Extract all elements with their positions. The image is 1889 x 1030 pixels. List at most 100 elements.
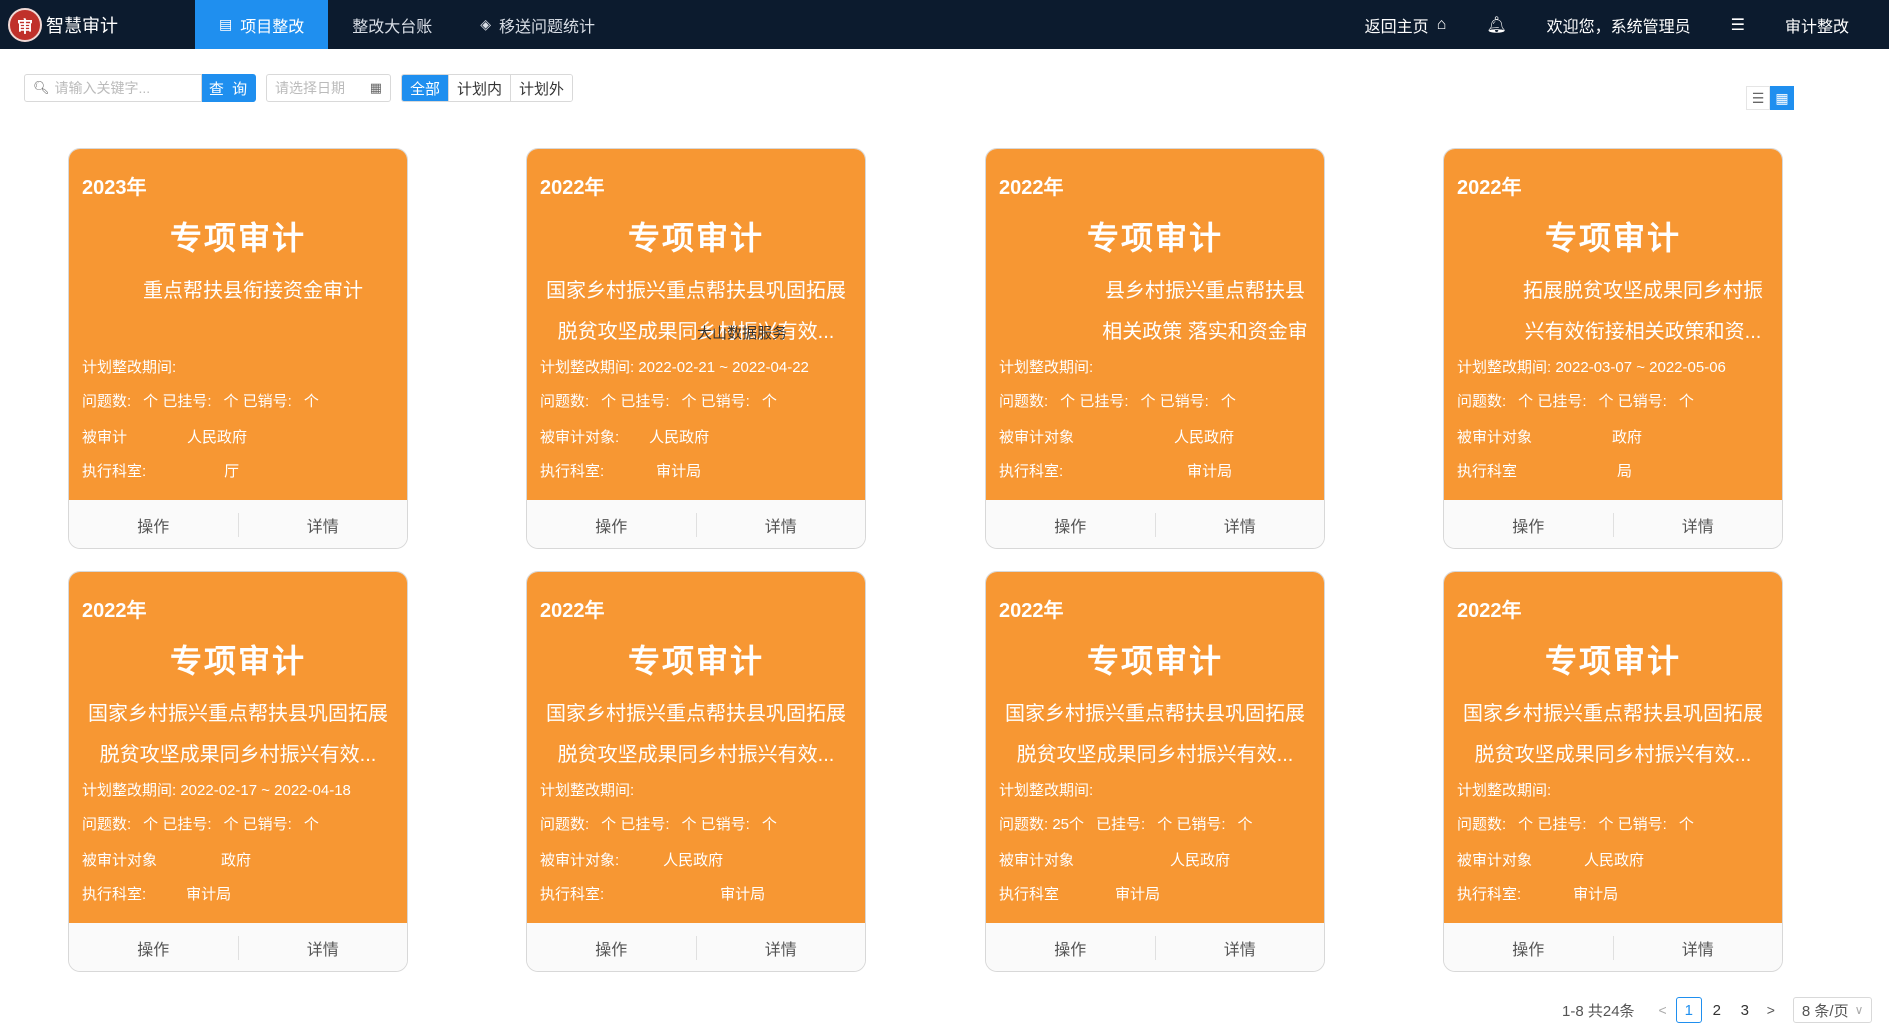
grid-view-button[interactable]: ▦ (1770, 86, 1794, 110)
dept-value: 审计局 (186, 886, 232, 903)
target-label: 被审计对象: (540, 852, 620, 869)
project-card[interactable]: 2022年 专项审计 国家乡村振兴重点帮扶县巩固拓展脱贫攻坚成果同乡村振兴有效.… (526, 148, 866, 549)
page-size-select[interactable]: 8 条/页 ∨ (1792, 997, 1873, 1023)
page-2[interactable]: 2 (1704, 997, 1730, 1023)
home-link[interactable]: 返回主页 ⌂ (1365, 13, 1447, 37)
detail-button[interactable]: 详情 (1156, 513, 1325, 537)
card-body: 2022年 专项审计 国家乡村振兴重点帮扶县巩固拓展脱贫攻坚成果同乡村振兴有效.… (69, 572, 407, 923)
card-project-name: 国家乡村振兴重点帮扶县巩固拓展脱贫攻坚成果同乡村振兴有效... (546, 280, 846, 343)
target-label: 被审计对象 (82, 852, 158, 869)
card-footer: 操作 详情 (1444, 500, 1783, 548)
view-toggle: ☰ ▦ (1746, 86, 1794, 110)
search-input[interactable] (54, 80, 195, 96)
card-type: 专项审计 (627, 220, 764, 256)
tab-transfer-statistics[interactable]: ◈ 移送问题统计 (456, 0, 619, 49)
target-value: 人民政府 (187, 429, 248, 446)
query-button[interactable]: 查 询 (202, 74, 256, 102)
prev-page-icon[interactable]: < (1659, 1002, 1667, 1018)
count-label: 个 已销号: (681, 393, 750, 410)
card-project-name: 重点帮扶县衔接资金审计 (143, 280, 363, 302)
target-value: 人民政府 (663, 852, 724, 869)
page-1[interactable]: 1 (1675, 997, 1702, 1023)
date-picker[interactable]: 请选择日期 ▦ (266, 74, 391, 102)
operate-button[interactable]: 操作 (1444, 513, 1613, 537)
card-period: 计划整改期间: 2022-03-07 ~ 2022-05-06 (1457, 359, 1726, 376)
operate-button[interactable]: 操作 (527, 936, 696, 960)
next-page-icon[interactable]: > (1767, 1002, 1775, 1018)
operate-button[interactable]: 操作 (986, 513, 1155, 537)
count-label: 个 (303, 816, 319, 833)
detail-button[interactable]: 详情 (1614, 513, 1783, 537)
dept-label: 执行科室 (1457, 463, 1518, 480)
project-card[interactable]: 2022年 专项审计 国家乡村振兴重点帮扶县巩固拓展脱贫攻坚成果同乡村振兴有效.… (68, 571, 408, 972)
module-switch[interactable]: 审计整改 (1785, 13, 1849, 37)
card-counts: 问题数: 个 已挂号: 个 已销号: 个 (999, 390, 1236, 411)
detail-button[interactable]: 详情 (1156, 936, 1325, 960)
list-view-button[interactable]: ☰ (1746, 86, 1770, 110)
card-counts: 问题数: 个 已挂号: 个 已销号: 个 (540, 390, 777, 411)
document-icon: ▤ (219, 16, 233, 32)
card-project-name: 国家乡村振兴重点帮扶县巩固拓展脱贫攻坚成果同乡村振兴有效... (1463, 703, 1763, 766)
detail-button[interactable]: 详情 (697, 936, 866, 960)
tab-label: 移送问题统计 (499, 18, 596, 36)
card-body: 2022年 专项审计 国家乡村振兴重点帮扶县巩固拓展脱贫攻坚成果同乡村振兴有效.… (986, 572, 1324, 923)
tab-label: 项目整改 (240, 18, 305, 36)
operate-button[interactable]: 操作 (69, 513, 238, 537)
chevron-down-icon: ∨ (1854, 1003, 1864, 1017)
project-card[interactable]: 2022年 专项审计 县乡村振兴重点帮扶县相关政策 落实和资金审计 计划整改期间… (985, 148, 1325, 549)
card-target: 被审计对象: 人民政府 (540, 426, 709, 447)
home-icon: ⌂ (1436, 15, 1447, 33)
card-footer: 操作 详情 (527, 923, 866, 971)
project-card[interactable]: 2022年 专项审计 国家乡村振兴重点帮扶县巩固拓展脱贫攻坚成果同乡村振兴有效.… (1443, 571, 1783, 972)
detail-button[interactable]: 详情 (1614, 936, 1783, 960)
filter-all[interactable]: 全部 (402, 75, 450, 101)
project-card[interactable]: 2022年 专项审计 国家乡村振兴重点帮扶县巩固拓展脱贫攻坚成果同乡村振兴有效.… (985, 571, 1325, 972)
project-card[interactable]: 2022年 专项审计 拓展脱贫攻坚成果同乡村振兴有效衔接相关政策和资... 计划… (1443, 148, 1783, 549)
dept-label: 执行科室: (540, 886, 605, 903)
pagination: 1-8 共24条 < 1 2 3 > 8 条/页 ∨ (1562, 996, 1873, 1024)
grid-icon: ▦ (1775, 89, 1789, 106)
card-footer: 操作 详情 (527, 500, 866, 548)
count-label: 个 已挂号: (1060, 393, 1129, 410)
operate-button[interactable]: 操作 (527, 513, 696, 537)
welcome-user[interactable]: 欢迎您，系统管理员 (1547, 13, 1691, 37)
operate-button[interactable]: 操作 (69, 936, 238, 960)
target-value: 人民政府 (1174, 429, 1235, 446)
dept-label: 执行科室: (82, 886, 147, 903)
card-counts: 问题数: 个 已挂号: 个 已销号: 个 (540, 813, 777, 834)
tab-rectification-ledger[interactable]: 整改大台账 (328, 0, 456, 49)
tab-project-rectification[interactable]: ▤ 项目整改 (195, 0, 329, 49)
count-label: 个 已挂号: (1518, 816, 1587, 833)
filter-out-plan[interactable]: 计划外 (511, 75, 573, 101)
card-counts: 问题数: 个 已挂号: 个 已销号: 个 (82, 390, 319, 411)
target-label: 被审计对象 (1457, 429, 1533, 446)
card-type: 专项审计 (169, 643, 306, 679)
operate-button[interactable]: 操作 (1444, 936, 1613, 960)
detail-button[interactable]: 详情 (239, 936, 408, 960)
detail-button[interactable]: 详情 (239, 513, 408, 537)
project-card[interactable]: 2022年 专项审计 国家乡村振兴重点帮扶县巩固拓展脱贫攻坚成果同乡村振兴有效.… (526, 571, 866, 972)
card-target: 被审计对象 人民政府 (999, 426, 1234, 447)
count-label: 个 已销号: (223, 816, 292, 833)
card-footer: 操作 详情 (69, 923, 408, 971)
operate-button[interactable]: 操作 (986, 936, 1155, 960)
card-body: 2022年 专项审计 国家乡村振兴重点帮扶县巩固拓展脱贫攻坚成果同乡村振兴有效.… (527, 149, 865, 500)
menu-button[interactable]: ☰ (1731, 15, 1745, 35)
dept-value: 审计局 (1187, 463, 1233, 480)
card-type: 专项审计 (1544, 643, 1681, 679)
detail-button[interactable]: 详情 (697, 513, 866, 537)
filter-in-plan[interactable]: 计划内 (449, 75, 512, 101)
page-3[interactable]: 3 (1732, 997, 1758, 1023)
welcome-text: 欢迎您，系统管理员 (1546, 18, 1691, 36)
target-label: 被审计 (82, 429, 128, 446)
card-period: 计划整改期间: (999, 782, 1094, 799)
top-navbar: 审 智慧审计 ▤ 项目整改 整改大台账 ◈ 移送问题统计 返回主页 ⌂ 🔔︎ 欢… (0, 0, 1889, 49)
plan-filter: 全部 计划内 计划外 (401, 74, 574, 102)
logo-icon: 审 (8, 7, 42, 42)
tab-label: 整改大台账 (352, 18, 433, 36)
project-card[interactable]: 2023年 专项审计 重点帮扶县衔接资金审计 计划整改期间: 问题数: 个 已挂号… (68, 148, 408, 549)
notification-button[interactable]: 🔔︎ (1486, 15, 1506, 35)
card-dept: 执行科室: 审计局 (82, 883, 231, 904)
target-label: 被审计对象 (1457, 852, 1533, 869)
brand[interactable]: 审 智慧审计 (0, 0, 195, 49)
